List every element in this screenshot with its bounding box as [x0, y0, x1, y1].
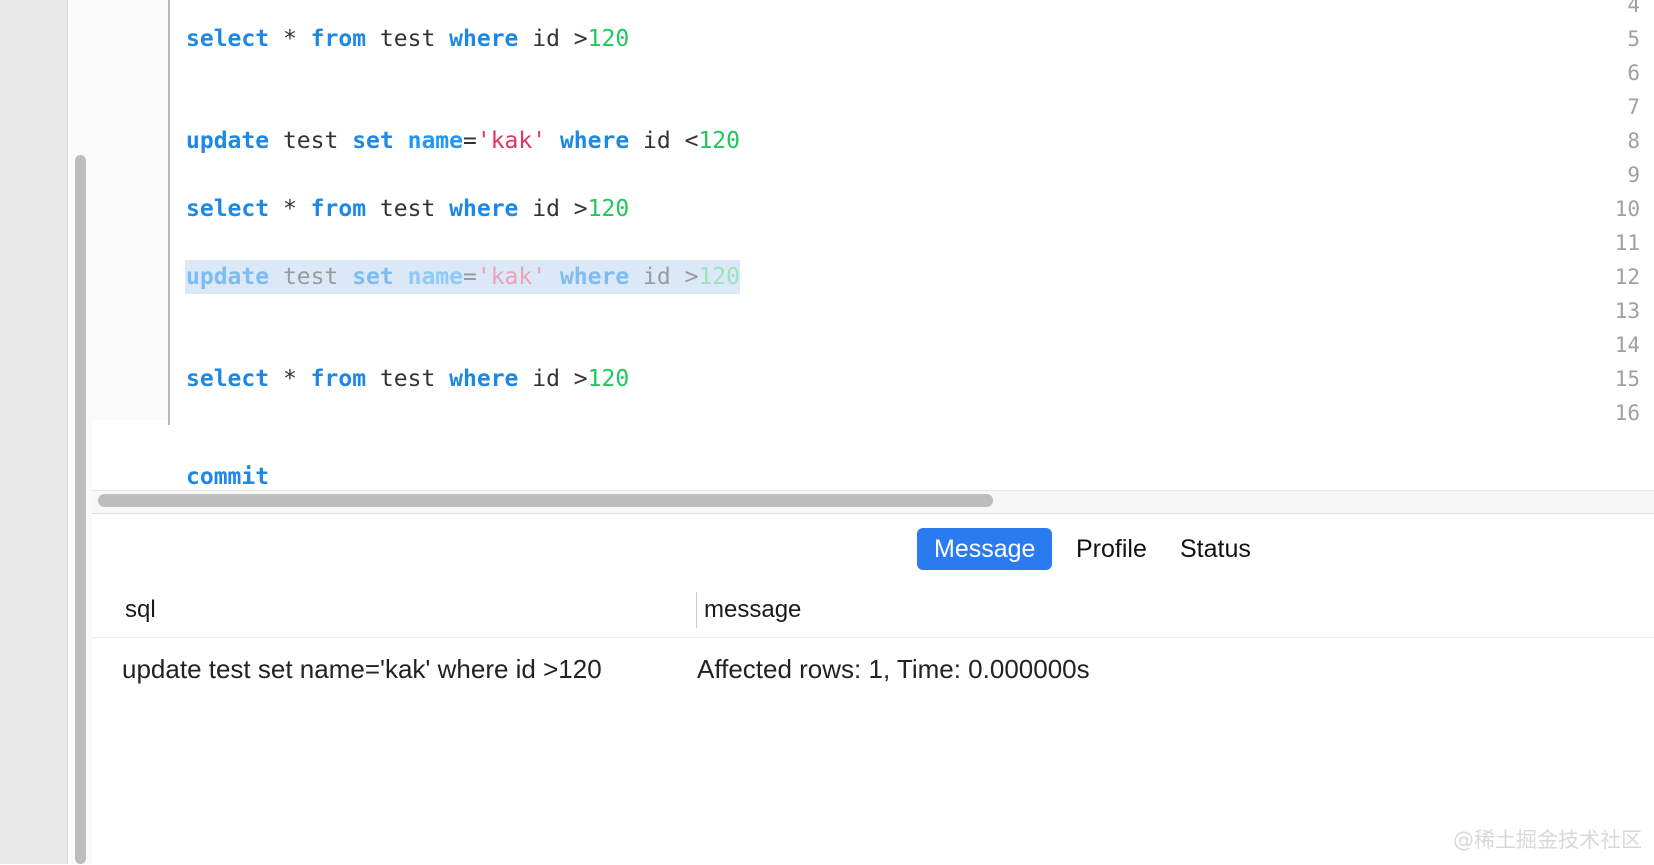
sql-token: where	[559, 128, 630, 154]
line-number-gutter	[92, 0, 168, 420]
line-number-6: 6	[1627, 61, 1640, 85]
sql-token: *	[282, 196, 297, 222]
sql-token: test	[366, 366, 450, 392]
tab-profile[interactable]: Profile	[1059, 528, 1164, 570]
sql-token: >	[573, 196, 588, 222]
line-number-16: 16	[1614, 401, 1640, 425]
editor-horizontal-scrollbar-thumb[interactable]	[98, 494, 993, 507]
sql-token: *	[282, 366, 297, 392]
column-resize-handle[interactable]	[696, 592, 697, 628]
sql-token: name	[407, 264, 463, 290]
sql-token: 120	[698, 264, 740, 290]
line-number-11: 11	[1614, 231, 1640, 255]
sql-token: name	[407, 128, 463, 154]
sql-token: from	[310, 26, 367, 52]
sql-token: <	[684, 128, 699, 154]
sql-token: >	[573, 26, 588, 52]
line-number-12: 12	[1614, 265, 1640, 289]
sql-token: test	[366, 26, 450, 52]
sql-token: set	[352, 128, 394, 154]
results-table-header: sql message	[92, 582, 1654, 638]
sql-token: from	[310, 196, 367, 222]
column-header-message[interactable]: message	[704, 582, 801, 637]
sql-token: *	[282, 26, 297, 52]
sql-token: id	[518, 196, 574, 222]
sql-token: test	[269, 264, 353, 290]
sql-token: >	[573, 366, 588, 392]
table-row[interactable]: update test set name='kak' where id >120…	[92, 637, 1654, 701]
cell-message[interactable]: Affected rows: 1, Time: 0.000000s	[697, 637, 1090, 701]
gutter-divider	[168, 0, 170, 425]
sql-token: update	[186, 264, 270, 290]
sql-token: where	[449, 366, 519, 392]
line-number-9: 9	[1627, 163, 1640, 187]
code-line-12[interactable]: update test set name='kak' where id >120	[185, 260, 740, 294]
sql-token: >	[684, 264, 699, 290]
line-number-10: 10	[1614, 197, 1640, 221]
sql-token: id	[518, 366, 574, 392]
tab-message[interactable]: Message	[917, 528, 1053, 570]
sql-token: select	[186, 26, 270, 52]
editor-vertical-scrollbar-thumb[interactable]	[75, 155, 86, 864]
sql-token: where	[449, 196, 519, 222]
sql-token: test	[366, 196, 450, 222]
sql-token: 120	[587, 196, 630, 222]
sql-token: select	[186, 366, 270, 392]
code-line-5[interactable]: select * from test where id >120	[186, 22, 629, 56]
sql-token: =	[462, 128, 477, 154]
sql-editor[interactable]: 4 5 6 7 8 9 10 11 12 13 14 15 16 select * from test …	[92, 0, 1654, 512]
sql-token: 120	[587, 26, 630, 52]
line-number-7: 7	[1627, 95, 1640, 119]
sql-token: where	[559, 264, 630, 290]
line-number-5: 5	[1627, 27, 1640, 51]
line-number-14: 14	[1614, 333, 1640, 357]
sql-token: id	[518, 26, 574, 52]
sql-token: update	[186, 128, 270, 154]
sql-token: 'kak'	[476, 128, 547, 154]
column-header-sql[interactable]: sql	[125, 582, 156, 637]
code-line-15[interactable]: select * from test where id >120	[186, 362, 629, 396]
cell-sql[interactable]: update test set name='kak' where id >120	[122, 637, 602, 701]
left-sidebar-rail	[0, 0, 68, 864]
code-line-10[interactable]: select * from test where id >120	[186, 192, 629, 226]
sql-token: where	[449, 26, 519, 52]
sql-token: =	[462, 264, 477, 290]
sql-token: 120	[587, 366, 630, 392]
sql-token: test	[269, 128, 353, 154]
code-line-commit[interactable]: commit	[186, 460, 269, 494]
sql-token: 'kak'	[476, 264, 547, 290]
results-panel: Message Profile Status sql message updat…	[92, 513, 1654, 865]
line-number-15: 15	[1614, 367, 1640, 391]
line-number-4: 4	[1627, 0, 1640, 17]
line-number-8: 8	[1627, 129, 1640, 153]
sql-token: id	[629, 264, 685, 290]
tab-status[interactable]: Status	[1163, 528, 1268, 570]
sql-token: set	[352, 264, 394, 290]
sql-token: id	[629, 128, 685, 154]
watermark-text: @稀土掘金技术社区	[1453, 828, 1642, 852]
sql-keyword-commit: commit	[186, 464, 270, 490]
sql-token: from	[310, 366, 367, 392]
code-line-8[interactable]: update test set name='kak' where id <120	[186, 124, 740, 158]
sql-token: select	[186, 196, 270, 222]
line-number-13: 13	[1614, 299, 1640, 323]
sql-token: 120	[698, 128, 740, 154]
results-tab-bar: Message Profile Status	[92, 514, 1654, 583]
